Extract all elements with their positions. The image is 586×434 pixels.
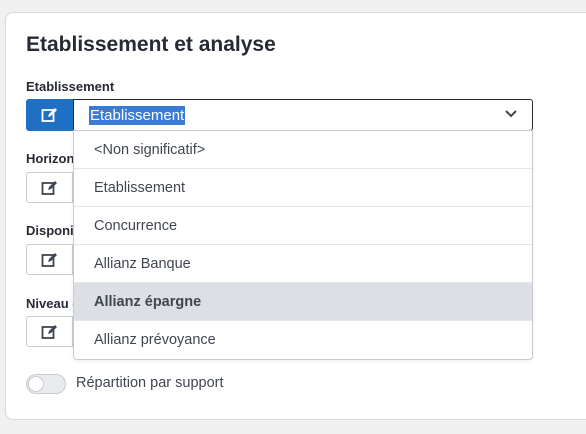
dropdown-option[interactable]: Allianz Banque: [74, 245, 532, 283]
field-label-etablissement: Etablissement: [26, 79, 115, 94]
edit-disponibilite-button[interactable]: [26, 244, 73, 275]
toggle-knob: [28, 376, 44, 392]
field-label-disponibilite: Disponibilité: [26, 223, 73, 238]
edit-etablissement-button[interactable]: [26, 99, 73, 131]
edit-icon: [41, 180, 57, 195]
field-label-horizon: Horizon: [26, 151, 73, 166]
dropdown-option[interactable]: <Non significatif>: [74, 131, 532, 169]
etablissement-dropdown-list: <Non significatif> Etablissement Concurr…: [73, 130, 533, 360]
etablissement-card: Etablissement et analyse Etablissement E…: [5, 12, 586, 420]
dropdown-option-hovered[interactable]: Allianz épargne: [74, 283, 532, 321]
chevron-down-icon[interactable]: [504, 109, 518, 119]
field-label-niveau: Niveau de: [26, 296, 73, 311]
toggle-label: Répartition par support: [76, 375, 224, 391]
dropdown-option[interactable]: Concurrence: [74, 207, 532, 245]
edit-icon: [41, 252, 57, 267]
dropdown-option[interactable]: Etablissement: [74, 169, 532, 207]
select-value: Etablissement: [89, 106, 186, 125]
edit-horizon-button[interactable]: [26, 172, 73, 203]
card-title: Etablissement et analyse: [26, 33, 276, 56]
repartition-toggle[interactable]: [26, 374, 66, 394]
etablissement-select[interactable]: Etablissement: [73, 99, 533, 131]
dropdown-option[interactable]: Allianz prévoyance: [74, 321, 532, 359]
edit-icon: [41, 324, 57, 339]
edit-icon: [41, 108, 57, 122]
edit-niveau-button[interactable]: [26, 316, 73, 347]
